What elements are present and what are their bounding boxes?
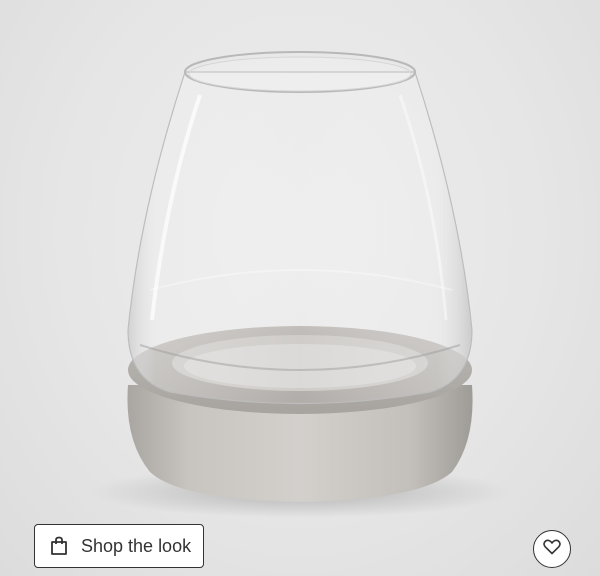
shopping-bag-icon: [49, 535, 69, 557]
heart-icon: [543, 539, 561, 560]
favorite-button[interactable]: [533, 530, 571, 568]
shop-the-look-label: Shop the look: [81, 535, 192, 556]
product-image-glass-hurricane-candle-holder: [90, 51, 510, 518]
shop-the-look-button[interactable]: Shop the look: [34, 524, 204, 568]
product-image-viewer: Shop the look: [0, 0, 600, 576]
